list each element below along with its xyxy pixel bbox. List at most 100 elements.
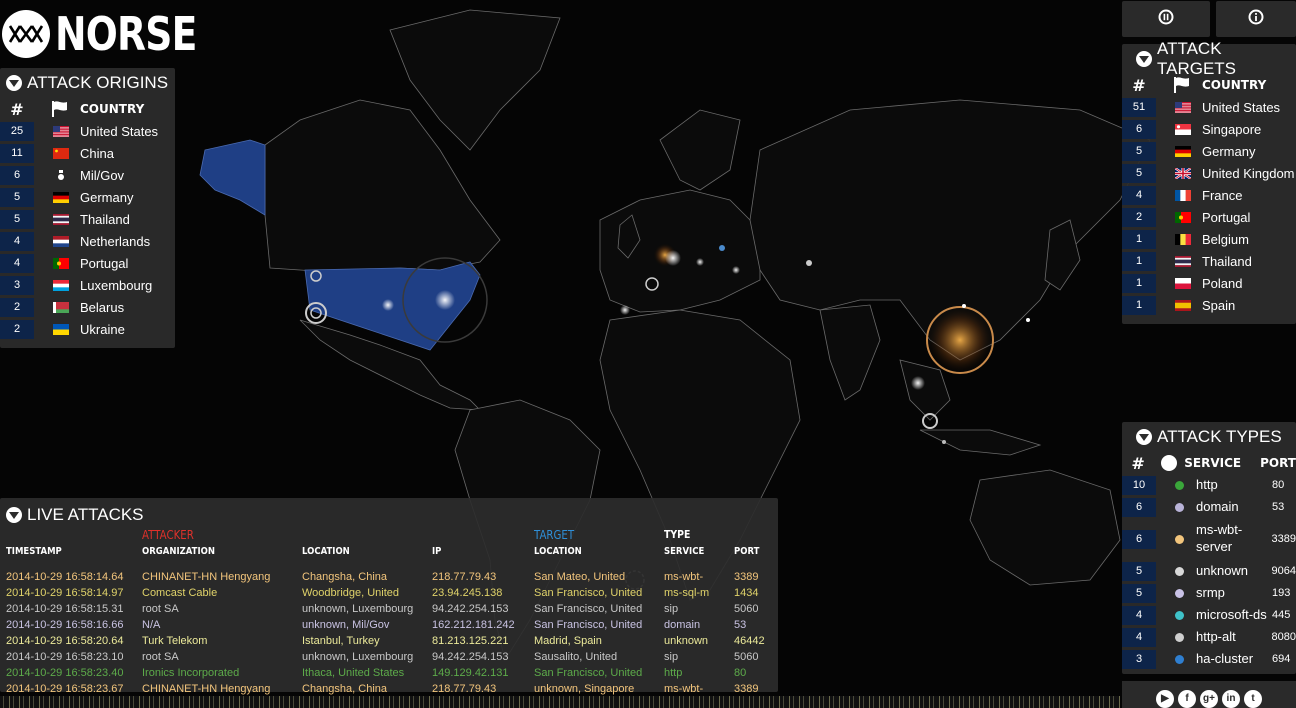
live-attacks-list: 2014-10-29 16:58:14.64 CHINANET-HN Hengya… [0,570,778,698]
targets-list: 51 United States 6 Singapore 5 Germany 5 United… [1122,96,1296,316]
target-location-cell: San Francisco, United [534,619,643,631]
organization-cell: Comcast Cable [142,587,218,599]
attack-type-row[interactable]: 3 ha-cluster 694 [1122,648,1296,670]
attack-type-row[interactable]: 4 microsoft-ds 445 [1122,604,1296,626]
live-attack-row[interactable]: 2014-10-29 16:58:14.97 Comcast Cable Woodb… [0,586,778,602]
brand-name: NORSE [55,7,197,61]
info-button[interactable] [1216,1,1296,37]
country-row[interactable]: 2 Portugal [1122,206,1296,228]
port-cell: 46442 [734,635,765,647]
country-row[interactable]: 5 Thailand [0,208,175,230]
service-header: SERVICE [664,546,705,557]
target-location-cell: San Mateo, United [534,571,626,583]
attacker-ip-cell: 218.77.79.43 [432,571,497,583]
live-attack-row[interactable]: 2014-10-29 16:58:20.64 Turk Telekom Istanb… [0,634,778,650]
flag-icon [34,213,80,225]
info-icon [1248,9,1264,30]
live-attacks-panel: LIVE ATTACKS ATTACKER TARGET TYPE TIMEST… [0,498,778,695]
facebook-icon[interactable]: f [1178,689,1196,708]
country-row[interactable]: 25 United States [0,120,175,142]
attack-type-row[interactable]: 5 srmp 193 [1122,582,1296,604]
country-row[interactable]: 4 Netherlands [0,230,175,252]
google-plus-icon[interactable]: g+ [1200,689,1218,708]
dot-column-icon [1161,455,1178,471]
target-location-cell: unknown, Singapore [534,683,635,695]
service-color-dot [1175,588,1184,598]
attack-type-row[interactable]: 4 http-alt 8080 [1122,626,1296,648]
attack-targets-panel: ATTACK TARGETS # COUNTRY 51 United States… [1122,39,1296,324]
country-row[interactable]: 2 Ukraine [0,318,175,340]
linkedin-icon[interactable]: in [1222,689,1240,708]
port-cell: 3389 [734,571,759,583]
youtube-icon[interactable]: ▶ [1156,689,1174,708]
country-column-header: COUNTRY [80,102,145,116]
attack-type-row[interactable]: 6 domain 53 [1122,496,1296,518]
attack-type-row[interactable]: 5 unknown 9064 [1122,560,1296,582]
country-row[interactable]: 1 Thailand [1122,250,1296,272]
service-cell: ms-sql-m [664,587,710,599]
service-cell: sip [664,603,679,615]
country-name: Mil/Gov [80,167,125,183]
country-row[interactable]: 3 Luxembourg [0,274,175,296]
organization-cell: Turk Telekom [142,635,208,647]
flag-icon [1156,101,1202,113]
service-cell: domain [664,619,701,631]
live-attacks-toggle[interactable]: LIVE ATTACKS [0,498,778,532]
country-row[interactable]: 1 Belgium [1122,228,1296,250]
attack-type-row[interactable]: 6 ms-wbt-server 3389 [1122,518,1296,560]
country-name: United States [80,123,159,139]
collapse-toggle-icon [6,507,22,523]
pause-button[interactable] [1122,1,1210,37]
service-cell: unknown [664,635,709,647]
country-row[interactable]: 6 Mil/Gov [0,164,175,186]
attacker-ip-cell: 23.94.245.138 [432,587,503,599]
attacker-location-cell: Woodbridge, United [302,587,400,599]
attack-types-toggle[interactable]: ATTACK TYPES [1122,422,1296,452]
twitter-icon[interactable]: t [1244,689,1262,708]
country-row[interactable]: 2 Belarus [0,296,175,318]
flag-icon [1156,167,1202,179]
flag-icon [1156,145,1202,157]
attack-origins-toggle[interactable]: ATTACK ORIGINS [0,68,175,98]
country-row[interactable]: 11 China [0,142,175,164]
organization-cell: root SA [142,651,179,663]
country-row[interactable]: 5 Germany [1122,140,1296,162]
flag-column-icon [1173,77,1191,93]
attack-targets-toggle[interactable]: ATTACK TARGETS [1122,39,1296,78]
country-row[interactable]: 51 United States [1122,96,1296,118]
live-attack-row[interactable]: 2014-10-29 16:58:14.64 CHINANET-HN Hengya… [0,570,778,586]
timestamp-cell: 2014-10-29 16:58:23.10 [6,651,124,663]
flag-icon [1156,211,1202,223]
live-attack-row[interactable]: 2014-10-29 16:58:15.31 root SA unknown, Lu… [0,602,778,618]
attack-count: 10 [1122,475,1156,495]
social-links: ▶ f g+ in t [1122,681,1296,708]
country-row[interactable]: 4 France [1122,184,1296,206]
attack-count: 5 [0,209,34,229]
country-row[interactable]: 4 Portugal [0,252,175,274]
country-name: Thailand [80,211,130,227]
port-cell: 53 [734,619,747,631]
country-row[interactable]: 1 Poland [1122,272,1296,294]
attack-type-row[interactable]: 10 http 80 [1122,474,1296,496]
service-color-dot [1175,610,1184,620]
attacker-location-cell: Changsha, China [302,683,388,695]
port-cell: 1434 [734,587,759,599]
origins-list: 25 United States 11 China 6 Mil/Gov 5 Germany 5 T… [0,120,175,340]
attack-count: 3 [1122,649,1156,669]
country-row[interactable]: 5 Germany [0,186,175,208]
service-port: 80 [1272,479,1285,491]
live-attack-row[interactable]: 2014-10-29 16:58:16.66 N/A unknown, Mil/Go… [0,618,778,634]
target-location-cell: Madrid, Spain [534,635,602,647]
live-attack-row[interactable]: 2014-10-29 16:58:23.10 root SA unknown, Lu… [0,650,778,666]
timestamp-cell: 2014-10-29 16:58:23.40 [6,667,124,679]
flag-column-icon [51,101,69,117]
country-row[interactable]: 1 Spain [1122,294,1296,316]
country-row[interactable]: 6 Singapore [1122,118,1296,140]
service-name: srmp [1196,584,1225,600]
service-port: 3389 [1271,533,1296,545]
live-attack-row[interactable]: 2014-10-29 16:58:23.40 Ironics Incorporat… [0,666,778,682]
attack-count: 51 [1122,97,1156,117]
panel-title: LIVE ATTACKS [27,505,144,524]
service-port: 445 [1272,609,1291,621]
country-row[interactable]: 5 United Kingdom [1122,162,1296,184]
